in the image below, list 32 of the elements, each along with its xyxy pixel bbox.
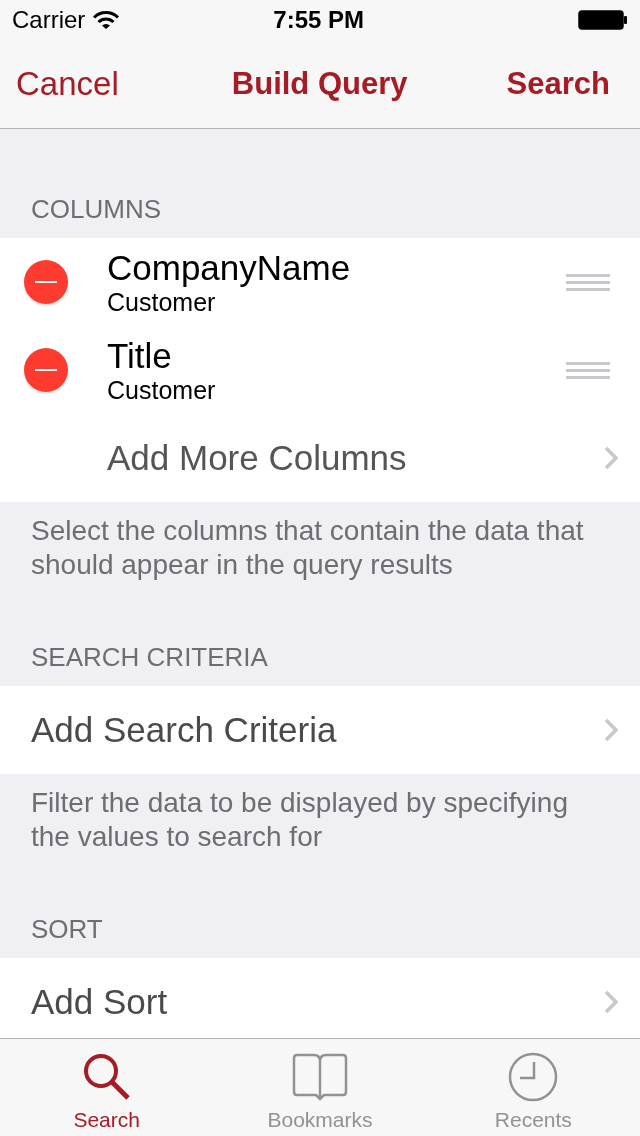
chevron-right-icon <box>604 718 618 742</box>
minus-icon <box>35 281 57 283</box>
carrier-label: Carrier <box>12 5 86 35</box>
chevron-right-icon <box>604 446 618 470</box>
search-button[interactable]: Search <box>506 60 610 108</box>
delete-button[interactable] <box>24 260 68 304</box>
wifi-icon <box>93 10 120 30</box>
drag-handle-icon[interactable] <box>566 273 610 291</box>
section-footer: Select the columns that contain the data that should appear in the query results <box>31 514 609 582</box>
row-label: Add Search Criteria <box>31 709 338 751</box>
section-footer: Filter the data to be displayed by specifying the values to search for <box>31 786 609 854</box>
status-time: 7:55 PM <box>272 5 365 35</box>
search-icon <box>81 1052 132 1102</box>
row-label: Add More Columns <box>107 437 408 479</box>
table-name: Customer <box>107 288 217 316</box>
minus-icon <box>35 369 57 371</box>
clock-icon <box>508 1052 559 1102</box>
book-icon <box>292 1053 348 1101</box>
row-label: Add Sort <box>31 981 169 1023</box>
tab-item[interactable]: Search <box>0 1039 214 1136</box>
column-name: Title <box>107 336 173 376</box>
column-name: CompanyName <box>107 248 352 288</box>
chevron-right-icon <box>604 990 618 1014</box>
section-header: SEARCH CRITERIA <box>31 642 268 672</box>
cancel-button[interactable]: Cancel <box>16 59 119 109</box>
delete-button[interactable] <box>24 348 68 392</box>
section-header: COLUMNS <box>31 194 161 224</box>
section-header: SORT <box>31 914 103 944</box>
battery-icon <box>578 10 628 30</box>
table-name: Customer <box>107 376 217 404</box>
nav-title: Build Query <box>230 64 408 103</box>
drag-handle-icon[interactable] <box>566 361 610 379</box>
